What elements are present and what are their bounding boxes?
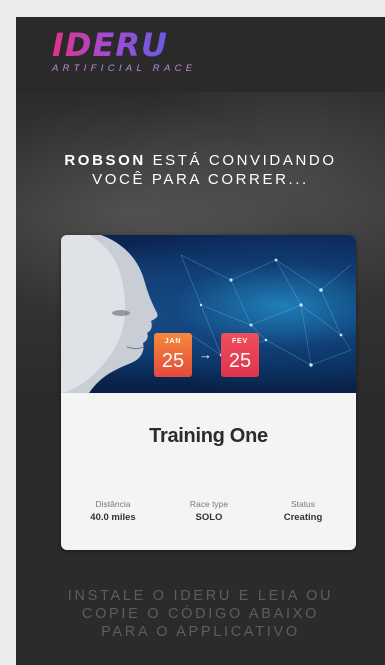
invite-message: ROBSON ESTÁ CONVIDANDO VOCÊ PARA CORRER.…: [16, 151, 385, 189]
end-day: 25: [228, 350, 252, 372]
stat-race-type-label: Race type: [189, 499, 229, 509]
end-date-badge: FEV 25: [221, 333, 259, 377]
install-line-1: INSTALE O IDERU E LEIA OU: [67, 588, 334, 604]
install-line-2: COPIE O CÓDIGO ABAIXO: [81, 606, 320, 622]
stat-race-type: Race type SOLO: [159, 499, 259, 523]
ai-face-illustration: [61, 235, 352, 393]
stat-distance: Distância 40.0 miles: [63, 499, 163, 523]
stat-status-value: Creating: [283, 512, 323, 523]
start-day: 25: [161, 350, 185, 372]
stat-race-type-value: SOLO: [195, 512, 223, 523]
install-line-3: PARA O APPLICATIVO: [101, 624, 300, 640]
arrow-right-icon: →: [199, 347, 212, 362]
email-page: IDERU ARTIFICIAL RACE ROBSON ESTÁ CONVID…: [0, 0, 385, 665]
start-date-badge: JAN 25: [154, 333, 192, 377]
stat-distance-value: 40.0 miles: [90, 512, 136, 523]
header: IDERU ARTIFICIAL RACE: [16, 17, 385, 92]
start-month: JAN: [164, 338, 182, 345]
stat-distance-label: Distância: [95, 499, 131, 509]
logo-tagline: ARTIFICIAL RACE: [52, 63, 197, 74]
ideru-logo[interactable]: IDERU: [52, 27, 168, 63]
stat-status: Status Creating: [253, 499, 353, 523]
invite-line-1: ESTÁ CONVIDANDO: [145, 152, 337, 169]
invite-line-2: VOCÊ PARA CORRER...: [92, 171, 309, 188]
race-title: Training One: [149, 425, 268, 447]
stat-status-label: Status: [290, 499, 316, 509]
race-card[interactable]: JAN 25 → FEV 25 Training One Distância 4…: [61, 235, 356, 550]
install-instructions: INSTALE O IDERU E LEIA OU COPIE O CÓDIGO…: [16, 587, 385, 641]
inviter-name: ROBSON: [64, 152, 146, 169]
end-month: FEV: [231, 338, 248, 345]
invite-container: IDERU ARTIFICIAL RACE ROBSON ESTÁ CONVID…: [16, 17, 385, 665]
race-cover-image: JAN 25 → FEV 25: [61, 235, 356, 393]
